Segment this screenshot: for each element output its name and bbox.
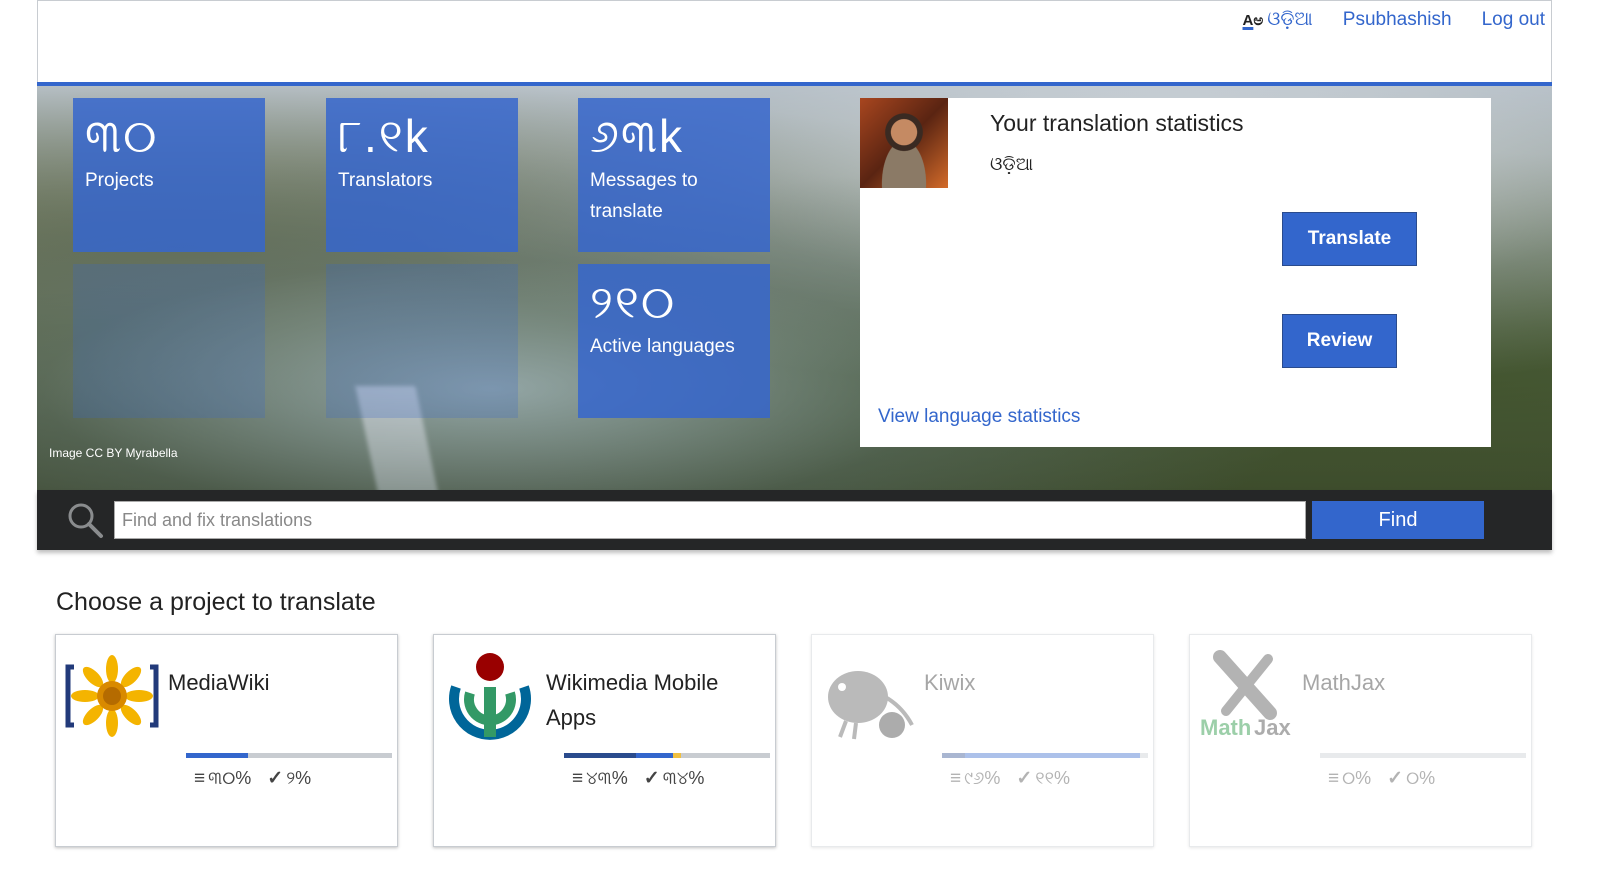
search-input[interactable]: [114, 501, 1306, 539]
stat-number: ୬୩k: [590, 110, 685, 162]
project-card-wikimedia-mobile-apps[interactable]: Wikimedia Mobile Apps ≡ ୪୩% ✓ ୩୪%: [433, 634, 776, 847]
progress-proofread: [564, 753, 637, 758]
progress-bar: [564, 753, 770, 758]
stat-tile-projects: ୩୦ Projects: [73, 98, 265, 252]
svg-text:Math: Math: [1200, 715, 1251, 740]
project-name: MediaWiki: [168, 670, 270, 695]
translated-percent: ୩୦%: [208, 768, 252, 788]
stat-label: Messages to translate: [590, 170, 698, 222]
stat-number: ୮.୧k: [338, 110, 430, 162]
avatar: [860, 98, 948, 188]
stat-label: Projects: [85, 170, 154, 191]
project-name: MathJax: [1302, 670, 1386, 695]
progress-proofread: [942, 753, 965, 758]
find-button[interactable]: Find: [1312, 501, 1484, 539]
checkmark-icon: ✓: [643, 768, 660, 789]
translated-icon: ≡: [1328, 767, 1340, 789]
progress-bar: [1320, 753, 1526, 758]
projects-heading: Choose a project to translate: [56, 588, 376, 616]
translate-button[interactable]: Translate: [1282, 212, 1417, 266]
checkmark-icon: ✓: [1387, 768, 1404, 789]
translation-stats-panel: Your translation statistics ଓଡ଼ିଆ Transl…: [860, 98, 1491, 447]
empty-tile: [326, 264, 518, 418]
stat-label: Translators: [338, 170, 433, 191]
project-card-mediawiki[interactable]: MediaWiki ≡ ୩୦% ✓ ୨%: [55, 634, 398, 847]
stat-tile-languages: ୨୧୦ Active languages: [578, 264, 770, 418]
top-bar: Aಅ ଓଡ଼ିଆ Psubhashish Log out: [37, 0, 1552, 82]
project-name: Kiwix: [924, 670, 976, 695]
mathjax-logo-icon: Math Jax: [1200, 650, 1291, 740]
kiwix-logo-icon: [828, 671, 914, 740]
project-stats: ≡ ୦% ✓ ୦%: [1328, 767, 1435, 790]
mediawiki-logo-icon: [65, 655, 159, 737]
progress-fuzzy: [673, 753, 682, 758]
search-icon: [68, 503, 103, 538]
stat-tile-translators: ୮.୧k Translators: [326, 98, 518, 252]
proofread-percent: ୦%: [1406, 768, 1436, 788]
translated-percent: ୪୩%: [586, 768, 628, 788]
logout-link[interactable]: Log out: [1482, 9, 1545, 31]
translated-percent: ୦%: [1342, 768, 1372, 788]
language-selector[interactable]: Aಅ ଓଡ଼ିଆ: [1243, 9, 1313, 31]
project-name: Wikimedia Mobile Apps: [546, 670, 719, 730]
proofread-percent: ୧୧%: [1035, 768, 1071, 788]
proofread-percent: ୨%: [286, 768, 312, 788]
review-button[interactable]: Review: [1282, 314, 1397, 368]
progress-translated: [964, 753, 1140, 758]
project-stats: ≡ ୪୩% ✓ ୩୪%: [572, 767, 704, 790]
view-language-stats-link[interactable]: View language statistics: [878, 406, 1080, 428]
hero-banner: ୩୦ Projects ୮.୧k Translators ୬୩k Message…: [37, 82, 1552, 490]
progress-bar: [186, 753, 392, 758]
proofread-percent: ୩୪%: [662, 768, 705, 788]
translated-icon: ≡: [950, 767, 962, 789]
user-page-link[interactable]: Psubhashish: [1343, 9, 1452, 31]
progress-translated: [636, 753, 674, 758]
language-selector-icon: Aಅ: [1242, 11, 1264, 29]
stats-language: ଓଡ଼ିଆ: [990, 154, 1034, 174]
stats-title: Your translation statistics: [990, 110, 1244, 136]
empty-tile: [73, 264, 265, 418]
svg-text:Jax: Jax: [1254, 715, 1291, 740]
wikimedia-logo-icon: [449, 653, 531, 740]
project-card-mathjax[interactable]: Math Jax MathJax ≡ ୦% ✓ ୦%: [1189, 634, 1532, 847]
project-stats: ≡ ୯୬% ✓ ୧୧%: [950, 767, 1070, 790]
stat-number: ୩୦: [85, 110, 159, 162]
stat-label: Active languages: [590, 336, 735, 357]
project-card-kiwix[interactable]: Kiwix ≡ ୯୬% ✓ ୧୧%: [811, 634, 1154, 847]
progress-bar: [942, 753, 1148, 758]
stat-number: ୨୧୦: [590, 276, 677, 328]
translated-icon: ≡: [194, 767, 206, 789]
project-stats: ≡ ୩୦% ✓ ୨%: [194, 767, 311, 790]
checkmark-icon: ✓: [267, 768, 284, 789]
personal-nav: Aಅ ଓଡ଼ିଆ Psubhashish Log out: [1243, 9, 1546, 31]
checkmark-icon: ✓: [1016, 768, 1033, 789]
progress-translated: [186, 753, 248, 758]
translated-icon: ≡: [572, 767, 584, 789]
stat-tile-messages: ୬୩k Messages to translate: [578, 98, 770, 252]
image-credit[interactable]: Image CC BY Myrabella: [49, 446, 178, 460]
translated-percent: ୯୬%: [964, 768, 1001, 788]
language-selector-label: ଓଡ଼ିଆ: [1267, 9, 1313, 30]
search-bar: Find: [37, 490, 1552, 550]
